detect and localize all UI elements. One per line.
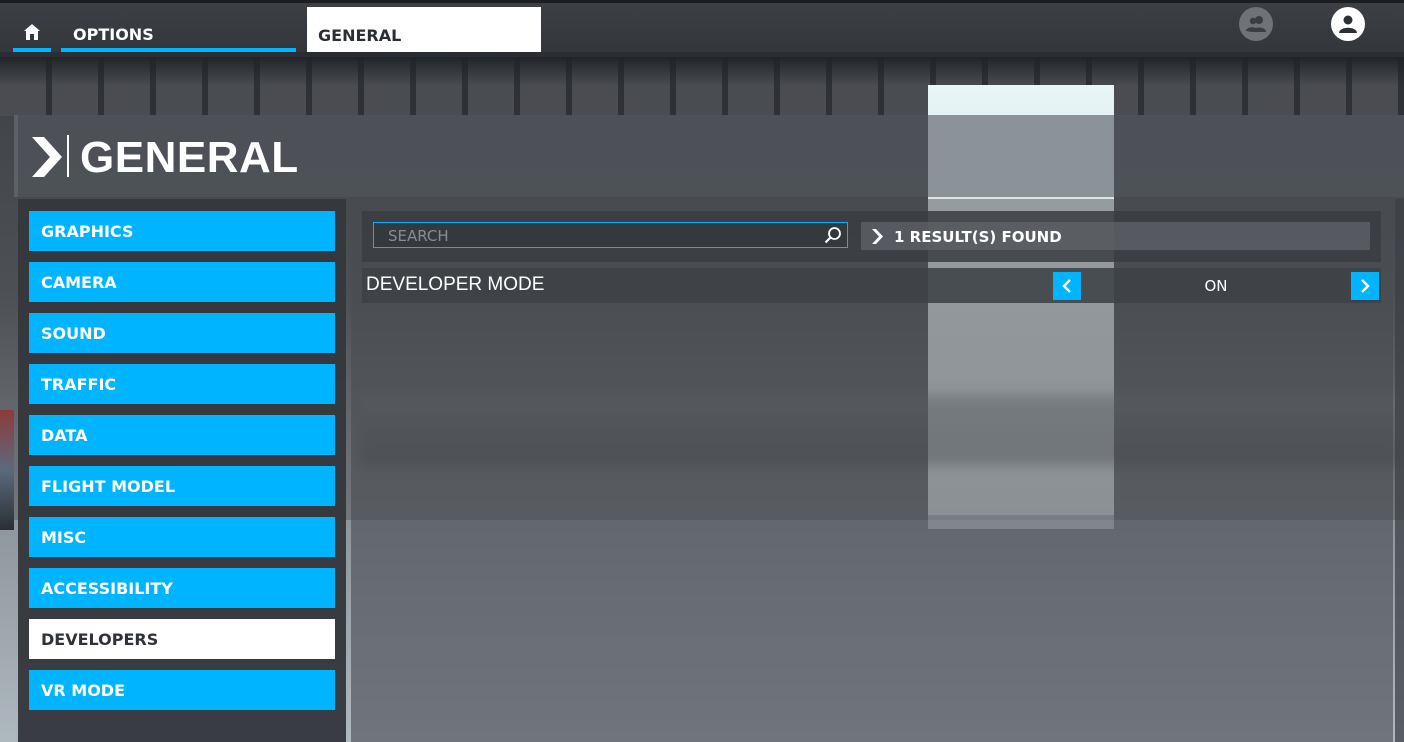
friends-icon (1246, 16, 1266, 32)
title-divider (67, 135, 69, 177)
sidebar-item-label: MISC (41, 528, 87, 547)
home-icon (24, 24, 40, 40)
search-placeholder: SEARCH (388, 227, 449, 245)
sidebar-item-developers[interactable]: DEVELOPERS (29, 619, 335, 659)
options-screen: OPTIONS GENERAL GENERAL GRAPHICS CAMERA … (0, 0, 1404, 742)
hangar-ceiling-shadow (0, 56, 1404, 86)
chevron-right-icon (872, 229, 883, 244)
sidebar-item-traffic[interactable]: TRAFFIC (29, 364, 335, 404)
setting-value: ON (1204, 277, 1228, 295)
tab-general-label: GENERAL (318, 26, 402, 45)
search-results-count: 1 RESULT(S) FOUND (861, 222, 1370, 250)
results-text: 1 RESULT(S) FOUND (894, 228, 1062, 246)
tab-general[interactable]: GENERAL (307, 7, 541, 54)
sidebar-item-label: GRAPHICS (41, 222, 134, 241)
search-icon[interactable] (824, 226, 842, 244)
setting-label: DEVELOPER MODE (366, 274, 545, 295)
sidebar-item-label: DATA (41, 426, 88, 445)
sidebar-item-label: TRAFFIC (41, 375, 117, 394)
tab-options-label: OPTIONS (73, 25, 154, 44)
sidebar-item-vr-mode[interactable]: VR MODE (29, 670, 335, 710)
sidebar-item-label: VR MODE (41, 681, 126, 700)
sidebar-item-data[interactable]: DATA (29, 415, 335, 455)
topbar-divider (0, 52, 1404, 57)
chevron-right-icon (1361, 279, 1370, 293)
search-input[interactable]: SEARCH (373, 222, 848, 248)
sidebar-item-label: FLIGHT MODEL (41, 477, 176, 496)
header-light (928, 115, 1114, 197)
sidebar-item-label: CAMERA (41, 273, 117, 292)
profile-button[interactable] (1331, 7, 1365, 41)
home-button[interactable] (13, 17, 51, 53)
chevron-left-icon (1062, 279, 1071, 293)
chevron-right-icon (32, 137, 62, 177)
tab-options[interactable]: OPTIONS (61, 17, 296, 53)
top-navigation-bar: OPTIONS GENERAL (0, 0, 1404, 54)
sidebar: GRAPHICS CAMERA SOUND TRAFFIC DATA FLIGH… (18, 199, 346, 742)
sidebar-item-label: ACCESSIBILITY (41, 579, 173, 598)
sidebar-item-accessibility[interactable]: ACCESSIBILITY (29, 568, 335, 608)
sidebar-item-flight-model[interactable]: FLIGHT MODEL (29, 466, 335, 506)
sidebar-item-misc[interactable]: MISC (29, 517, 335, 557)
sidebar-item-label: DEVELOPERS (41, 630, 159, 649)
page-header: GENERAL (14, 115, 1404, 197)
sidebar-item-sound[interactable]: SOUND (29, 313, 335, 353)
previous-value-button[interactable] (1053, 272, 1081, 300)
next-value-button[interactable] (1351, 272, 1379, 300)
sidebar-item-camera[interactable]: CAMERA (29, 262, 335, 302)
page-title: GENERAL (80, 133, 299, 182)
panel-edge (1395, 199, 1404, 742)
background-detail (0, 410, 14, 530)
friends-button[interactable] (1239, 7, 1273, 41)
setting-row-developer-mode: DEVELOPER MODE ON (362, 268, 1381, 303)
sidebar-item-label: SOUND (41, 324, 106, 343)
sidebar-item-graphics[interactable]: GRAPHICS (29, 211, 335, 251)
profile-icon (1339, 15, 1357, 33)
